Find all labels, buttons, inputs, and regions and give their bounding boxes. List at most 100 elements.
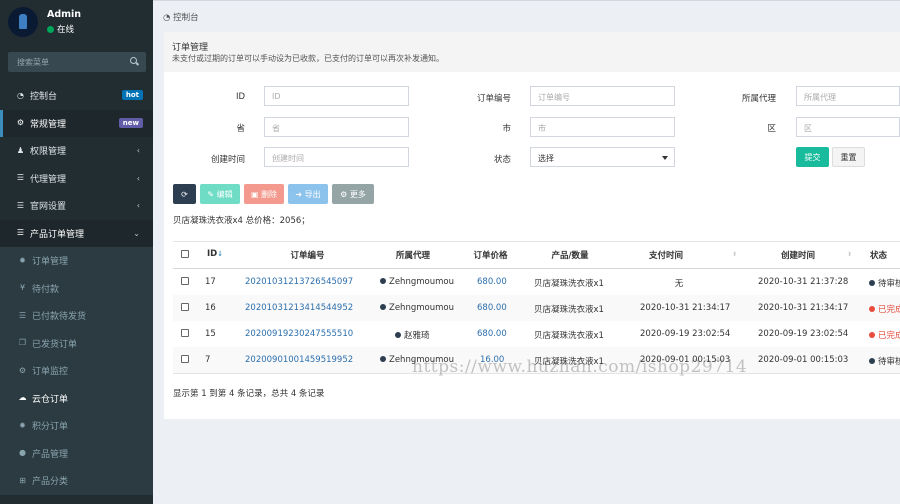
district-input[interactable]: 区 bbox=[796, 117, 900, 137]
delete-label: 删除 bbox=[261, 189, 278, 199]
sidebar-menu: ◔ 控制台 hot ⚙ 常规管理 new ♟ 权限管理 ‹ ☰ 代理管理 ‹ ☰ 官网设置 ‹ ☰ 产… bbox=[0, 82, 153, 495]
col-status[interactable]: 状态 bbox=[870, 249, 900, 261]
refresh-button[interactable]: ⟳ bbox=[173, 184, 196, 204]
col-id-label: ID bbox=[206, 249, 218, 259]
pagination-info: 显示第 1 到第 4 条记录，总共 4 条记录 bbox=[173, 389, 325, 399]
agent-label: 所属代理 bbox=[741, 94, 776, 104]
col-created-time[interactable]: 创建时间 bbox=[758, 249, 838, 261]
sidebar-item-auth[interactable]: ♟ 权限管理 ‹ bbox=[0, 137, 153, 165]
cell-price: 680.00 bbox=[477, 277, 507, 287]
edit-label: 编辑 bbox=[216, 189, 233, 199]
sidebar-item-label: 产品分类 bbox=[32, 477, 69, 488]
cell-status: 已完成 bbox=[869, 329, 900, 341]
order-no-label: 订单编号 bbox=[476, 94, 511, 104]
new-badge: new bbox=[118, 117, 143, 128]
col-id[interactable]: ID↓ bbox=[200, 249, 230, 259]
cell-created-time: 2020-09-19 23:02:54 bbox=[758, 329, 849, 339]
breadcrumb[interactable]: ◔ 控制台 bbox=[163, 11, 199, 23]
cell-order-no[interactable]: 20200901001459519952 bbox=[245, 355, 353, 365]
menu-search-input[interactable]: 搜索菜单 bbox=[8, 52, 146, 72]
sort-icon[interactable]: ⬍ bbox=[732, 251, 737, 258]
export-icon: ➜ bbox=[295, 189, 303, 199]
status-label: 状态 bbox=[493, 155, 511, 165]
table-top-border bbox=[173, 241, 900, 242]
cell-order-no[interactable]: 20200919230247555510 bbox=[245, 329, 353, 339]
cloud-icon: ☁ bbox=[18, 393, 27, 403]
cell-status: 待审核 bbox=[869, 277, 900, 289]
more-button[interactable]: ⚙ 更多 bbox=[332, 184, 374, 204]
gear-icon: ✹ bbox=[19, 255, 26, 265]
edit-button[interactable]: ✎ 编辑 bbox=[200, 184, 240, 204]
sidebar-item-points-orders[interactable]: ✹ 积分订单 bbox=[0, 412, 153, 440]
cell-id: 15 bbox=[205, 329, 216, 339]
sidebar-item-label: 官网设置 bbox=[30, 202, 67, 213]
sidebar-item-product-orders[interactable]: ☰ 产品订单管理 ⌄ bbox=[0, 219, 153, 247]
search-icon[interactable] bbox=[130, 57, 137, 64]
cogs-icon: ⚙ bbox=[18, 365, 27, 375]
row-checkbox[interactable] bbox=[181, 355, 189, 363]
sidebar-item-label: 云仓订单 bbox=[32, 394, 69, 405]
col-order-no[interactable]: 订单编号 bbox=[245, 249, 370, 261]
sidebar-item-label: 订单管理 bbox=[32, 257, 69, 268]
col-product[interactable]: 产品/数量 bbox=[530, 249, 610, 261]
province-input[interactable]: 省 bbox=[264, 117, 409, 137]
gear-icon: ⚙ bbox=[340, 189, 348, 199]
breadcrumb-label: 控制台 bbox=[173, 13, 199, 23]
row-checkbox[interactable] bbox=[181, 303, 189, 311]
hot-badge: hot bbox=[121, 90, 143, 100]
reset-button[interactable]: 重置 bbox=[832, 147, 865, 167]
row-checkbox[interactable] bbox=[181, 277, 189, 285]
sidebar-item-label: 已付款待发货 bbox=[32, 312, 87, 323]
table-row[interactable]: 17 20201031213726545097 Zehngmoumou 680.… bbox=[173, 269, 900, 295]
submit-button[interactable]: 提交 bbox=[796, 147, 829, 167]
sidebar-item-categories[interactable]: ⊞ 产品分类 bbox=[0, 467, 153, 495]
created-time-input[interactable]: 创建时间 bbox=[264, 147, 409, 167]
table-row[interactable]: 15 20200919230247555510 赵雅琦 680.00 贝店凝珠洗… bbox=[173, 321, 900, 347]
delete-button[interactable]: ▣ 删除 bbox=[244, 184, 284, 204]
city-input[interactable]: 市 bbox=[530, 117, 675, 137]
table-row[interactable]: 16 20201031213414544952 Zehngmoumou 680.… bbox=[173, 295, 900, 321]
cell-agent: Zehngmoumou bbox=[380, 303, 454, 313]
sidebar-item-products[interactable]: ● 产品管理 bbox=[0, 439, 153, 467]
avatar[interactable] bbox=[8, 7, 38, 37]
export-button[interactable]: ➜ 导出 bbox=[288, 184, 328, 204]
row-checkbox[interactable] bbox=[181, 329, 189, 337]
sidebar-item-paid-unshipped[interactable]: ☰ 已付款待发货 bbox=[0, 302, 153, 330]
sort-icon[interactable]: ⬍ bbox=[847, 251, 852, 258]
chevron-left-icon: ‹ bbox=[136, 146, 140, 155]
panel-description: 未支付或过期的订单可以手动设为已收款，已支付的订单可以再次补发通知。 bbox=[172, 54, 444, 63]
cell-agent-value: Zehngmoumou bbox=[389, 303, 454, 313]
col-pay-time[interactable]: 支付时间 bbox=[628, 249, 704, 261]
sidebar-item-monitor[interactable]: ⚙ 订单监控 bbox=[0, 357, 153, 385]
cell-order-no[interactable]: 20201031213414544952 bbox=[245, 303, 353, 313]
trash-icon: ▣ bbox=[250, 189, 259, 199]
sidebar-item-label: 已发货订单 bbox=[32, 339, 78, 350]
cell-agent: 赵雅琦 bbox=[395, 329, 430, 341]
cell-product: 贝店凝珠洗衣液x1 bbox=[534, 279, 604, 289]
sidebar-item-general[interactable]: ⚙ 常规管理 new bbox=[0, 109, 153, 137]
sidebar-item-order-manage[interactable]: ✹ 订单管理 bbox=[0, 247, 153, 275]
top-border bbox=[153, 0, 900, 1]
sidebar-item-shipped[interactable]: ❐ 已发货订单 bbox=[0, 329, 153, 357]
sidebar-item-agent[interactable]: ☰ 代理管理 ‹ bbox=[0, 165, 153, 193]
col-price[interactable]: 订单价格 bbox=[468, 249, 513, 261]
cell-price: 680.00 bbox=[477, 303, 507, 313]
user-name: Admin bbox=[47, 9, 82, 20]
more-label: 更多 bbox=[349, 189, 366, 199]
sidebar-item-unpaid[interactable]: ¥ 待付款 bbox=[0, 274, 153, 302]
order-no-input[interactable]: 订单编号 bbox=[530, 86, 675, 106]
agent-input[interactable]: 所属代理 bbox=[796, 86, 900, 106]
id-input[interactable]: ID bbox=[264, 86, 409, 106]
cell-agent: Zehngmoumou bbox=[380, 277, 454, 287]
cell-order-no[interactable]: 20201031213726545097 bbox=[245, 277, 353, 287]
sidebar-item-label: 待付款 bbox=[32, 284, 60, 295]
sidebar-item-cloud-orders[interactable]: ☁ 云仓订单 bbox=[0, 384, 153, 412]
sidebar-item-site[interactable]: ☰ 官网设置 ‹ bbox=[0, 192, 153, 220]
col-agent[interactable]: 所属代理 bbox=[378, 249, 448, 261]
status-select[interactable]: 选择 bbox=[530, 147, 675, 167]
select-all-checkbox[interactable] bbox=[181, 250, 189, 258]
sidebar-item-dashboard[interactable]: ◔ 控制台 hot bbox=[0, 82, 153, 110]
search-placeholder: 搜索菜单 bbox=[17, 58, 49, 67]
cell-agent-value: 赵雅琦 bbox=[404, 331, 430, 341]
cell-agent-value: Zehngmoumou bbox=[389, 277, 454, 287]
